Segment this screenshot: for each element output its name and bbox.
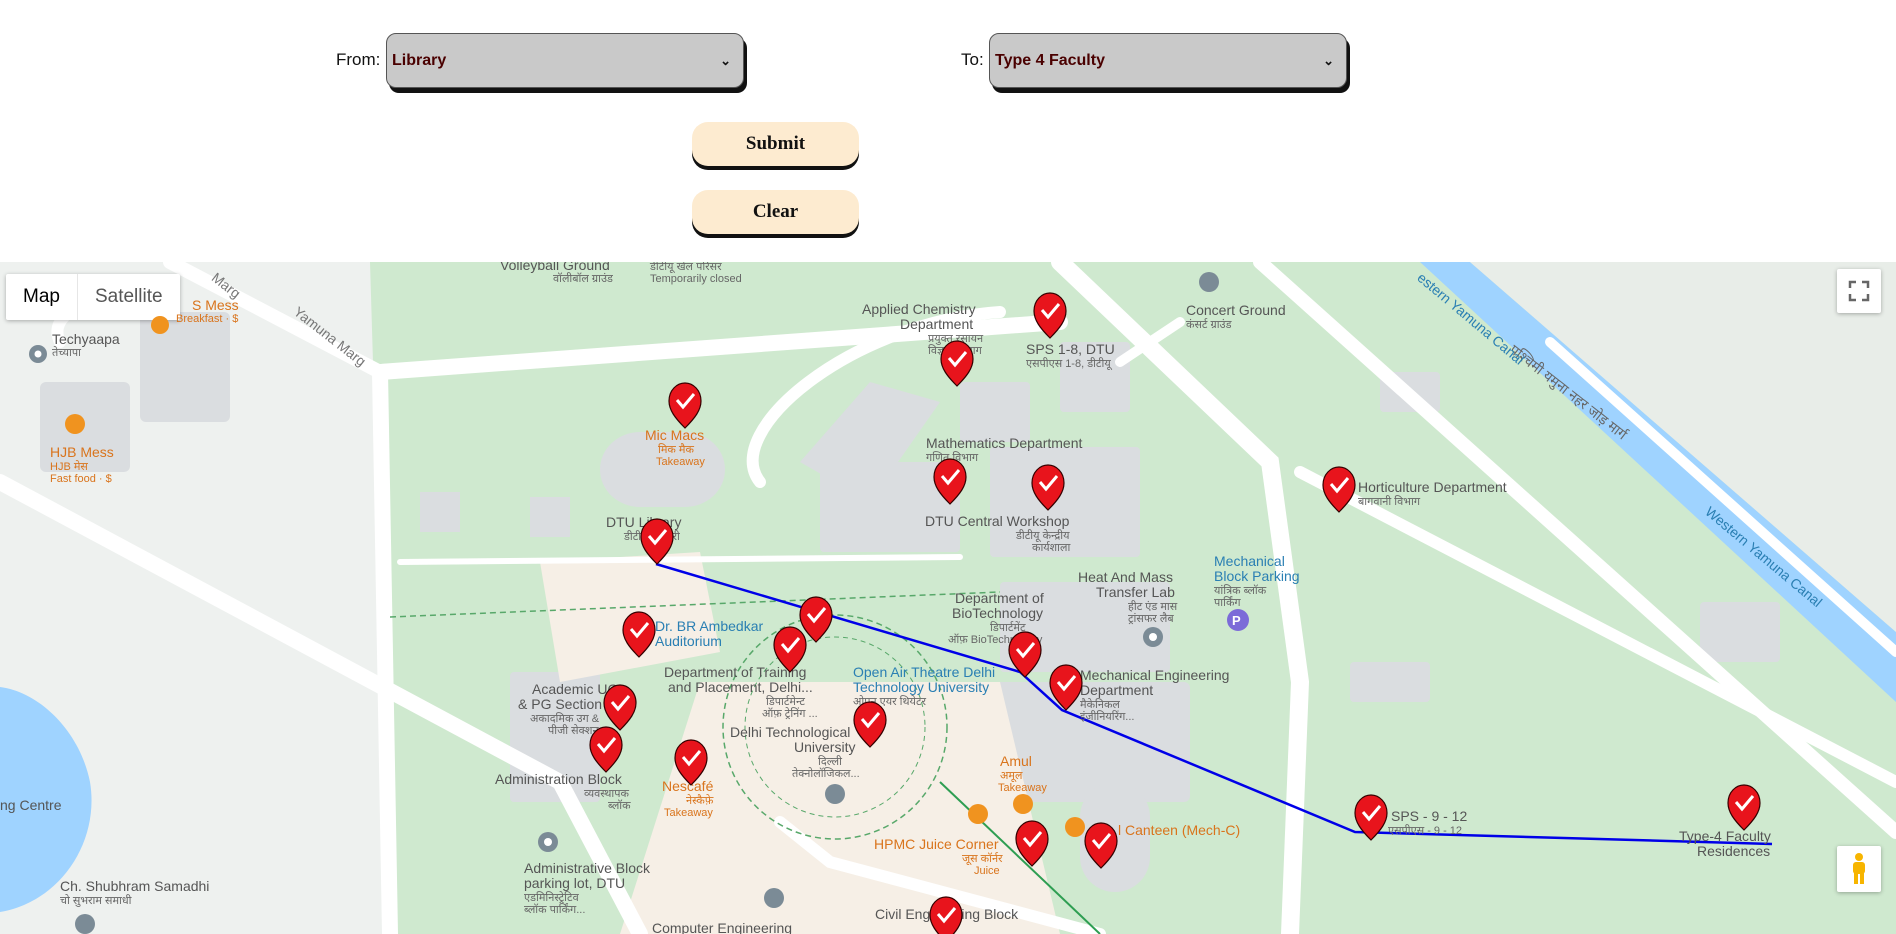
marker-pin[interactable] — [798, 595, 834, 644]
marker-pin[interactable] — [1030, 463, 1066, 512]
marker-pin[interactable] — [673, 738, 709, 787]
clear-button[interactable]: Clear — [692, 190, 859, 234]
from-label: From: — [336, 50, 381, 69]
from-select[interactable]: Library ⌄ — [386, 33, 744, 88]
marker-pin[interactable] — [772, 625, 808, 674]
from-select-value: Library — [392, 51, 447, 69]
marker-pin[interactable] — [932, 457, 968, 506]
route-form: From: Library ⌄ To: Type 4 Faculty ⌄ Sub… — [0, 0, 1896, 262]
marker-pin[interactable] — [1083, 821, 1119, 870]
marker-pin[interactable] — [939, 339, 975, 388]
marker-pin[interactable] — [588, 725, 624, 774]
marker-pin[interactable] — [1014, 819, 1050, 868]
marker-pin[interactable] — [667, 381, 703, 430]
marker-pin[interactable] — [1353, 793, 1389, 842]
route-markers — [588, 291, 1762, 934]
marker-pin[interactable] — [639, 517, 675, 566]
marker-pin[interactable] — [621, 610, 657, 659]
to-label: To: — [961, 50, 984, 69]
marker-pin[interactable] — [1726, 783, 1762, 832]
chevron-down-icon: ⌄ — [720, 52, 731, 68]
marker-pin[interactable] — [1048, 663, 1084, 712]
to-select[interactable]: Type 4 Faculty ⌄ — [989, 33, 1347, 88]
marker-pin[interactable] — [928, 895, 964, 934]
marker-pin[interactable] — [852, 700, 888, 749]
campus-map[interactable]: Map Satellite Volleyball Ground वॉलीबॉल … — [0, 262, 1896, 934]
to-select-value: Type 4 Faculty — [995, 51, 1105, 69]
submit-button[interactable]: Submit — [692, 122, 859, 166]
marker-pin[interactable] — [1321, 465, 1357, 514]
chevron-down-icon: ⌄ — [1323, 52, 1334, 68]
marker-pin[interactable] — [602, 683, 638, 732]
marker-pin[interactable] — [1032, 291, 1068, 340]
marker-pin[interactable] — [1007, 630, 1043, 679]
